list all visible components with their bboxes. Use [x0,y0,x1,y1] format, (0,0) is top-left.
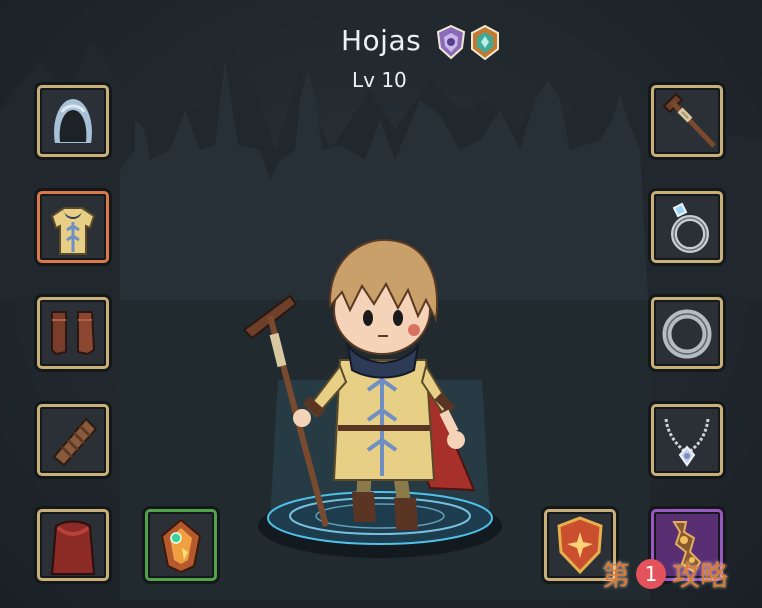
equip-slot-cape[interactable] [37,509,109,581]
watermark-pre: 第 [602,559,631,592]
equip-slot-bracer[interactable] [37,404,109,476]
purple-shield-emblem-icon[interactable] [434,24,468,62]
teal-gem-emblem-icon[interactable] [468,24,502,62]
silver-ring-icon [662,309,712,359]
hero-name: Hojas [341,24,422,57]
equip-slot-tunic[interactable] [37,191,109,263]
equip-slot-pendant-necklace[interactable] [651,404,723,476]
equip-slot-sapphire-ring[interactable] [651,191,723,263]
equip-slot-amulet-gem[interactable] [145,509,217,581]
hood-icon [52,96,94,145]
tunic-icon [50,207,96,255]
watermark-post: 攻略 [672,559,729,592]
watermark-logo: 第 1 攻略 [602,556,728,592]
equip-slot-boots[interactable] [37,297,109,369]
watermark-num: 1 [636,559,667,589]
bracer-icon [52,417,98,467]
hero-level: Lv 10 [352,68,407,92]
pendant-necklace-icon [664,418,710,467]
equip-slot-hood[interactable] [37,85,109,157]
equip-slot-staff[interactable] [651,85,723,157]
equip-slot-silver-ring[interactable] [651,297,723,369]
boots-icon [51,311,96,356]
staff-icon [662,92,716,148]
amulet-gem-icon [160,518,202,574]
cape-icon [50,520,96,575]
sapphire-ring-icon [671,202,709,253]
hero-character [242,238,502,558]
hero-header: Hojas Lv 10 [0,10,762,92]
character-equipment-screen: Hojas Lv 10 第 1 攻略 [0,0,762,608]
